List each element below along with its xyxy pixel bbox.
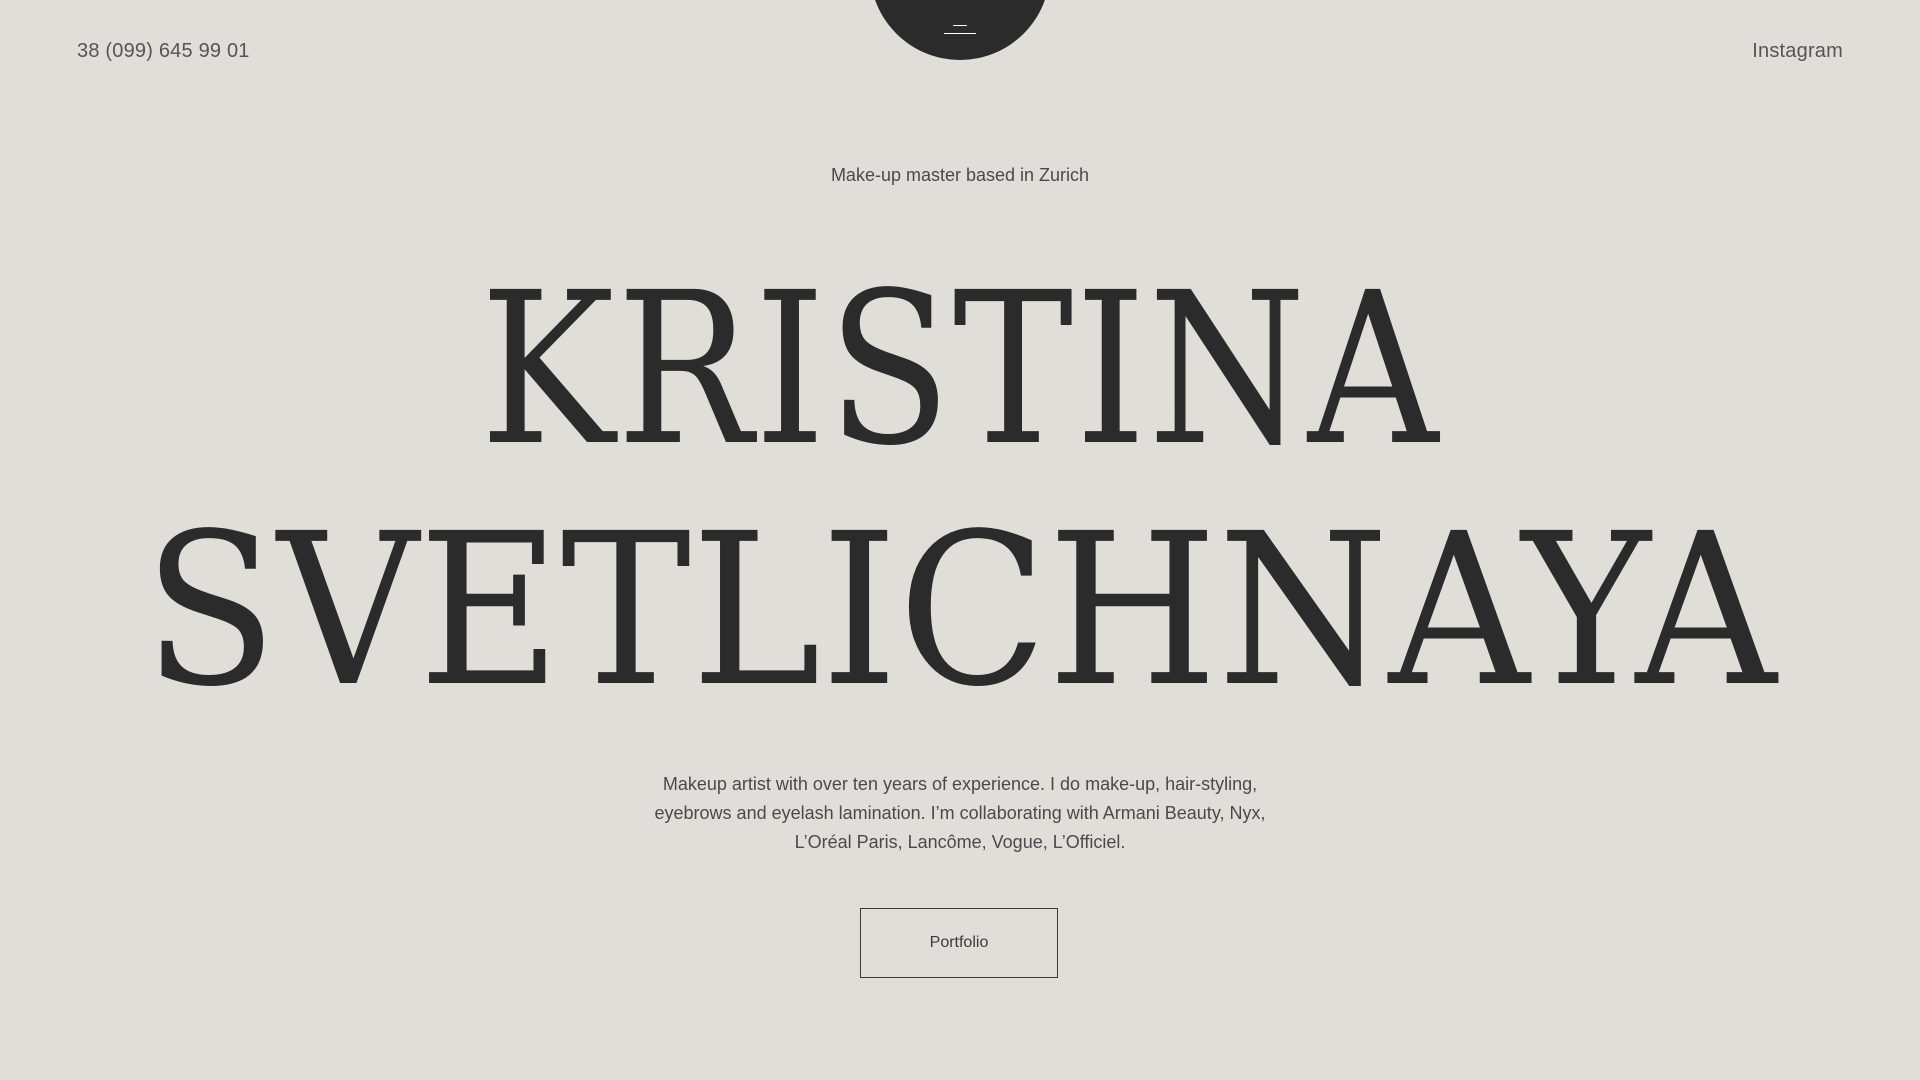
menu-button[interactable] <box>870 0 1050 60</box>
tagline: Make-up master based in Zurich <box>830 165 1090 185</box>
hero-name-last: SVETLICHNAYA <box>143 488 1777 733</box>
hero-description: Makeup artist with over ten years of exp… <box>654 774 1266 852</box>
hero-name-first: KRISTINA <box>480 247 1440 492</box>
portfolio-button[interactable]: Portfolio <box>860 908 1058 978</box>
phone-link[interactable]: 38 (099) 645 99 01 <box>77 40 250 63</box>
instagram-link[interactable]: Instagram <box>1752 40 1843 63</box>
hamburger-menu-icon <box>944 23 976 37</box>
